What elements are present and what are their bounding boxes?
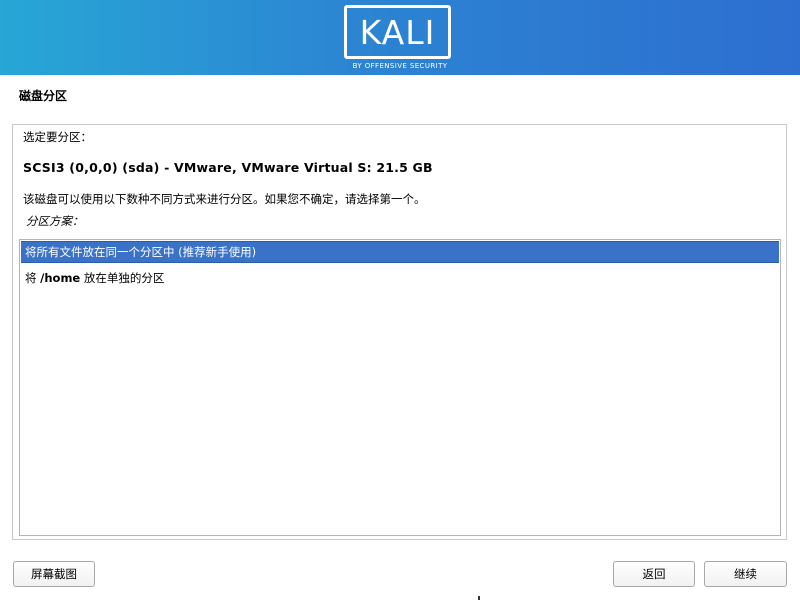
- kali-logo: KALI: [344, 5, 451, 59]
- mouse-cursor: [478, 596, 480, 600]
- header-banner: KALI BY OFFENSIVE SECURITY: [0, 0, 800, 75]
- description-text: 该磁盘可以使用以下数种不同方式来进行分区。如果您不确定，请选择第一个。: [23, 192, 426, 206]
- logo-tagline: BY OFFENSIVE SECURITY: [352, 62, 448, 70]
- disk-label: SCSI3 (0,0,0) (sda) - VMware, VMware Vir…: [23, 160, 433, 175]
- scheme-option-path: /home: [40, 271, 81, 285]
- scheme-option-prefix: 将: [25, 271, 41, 285]
- page-title: 磁盘分区: [19, 89, 68, 103]
- content-panel: 选定要分区： SCSI3 (0,0,0) (sda) - VMware, VMw…: [12, 124, 787, 540]
- scheme-option-suffix: 放在单独的分区: [80, 271, 165, 285]
- back-button[interactable]: 返回: [613, 561, 695, 587]
- screenshot-button[interactable]: 屏幕截图: [13, 561, 95, 587]
- scheme-label: 分区方案：: [26, 214, 84, 228]
- partition-scheme-list[interactable]: 将所有文件放在同一个分区中 (推荐新手使用) 将 /home 放在单独的分区: [19, 239, 781, 536]
- scheme-option-text: 将所有文件放在同一个分区中 (推荐新手使用): [25, 245, 257, 259]
- scheme-option-separate-home[interactable]: 将 /home 放在单独的分区: [21, 267, 779, 289]
- logo-text: KALI: [359, 13, 436, 52]
- scheme-option-all-in-one[interactable]: 将所有文件放在同一个分区中 (推荐新手使用): [21, 241, 779, 263]
- prompt-label: 选定要分区：: [23, 130, 92, 144]
- continue-button[interactable]: 继续: [704, 561, 787, 587]
